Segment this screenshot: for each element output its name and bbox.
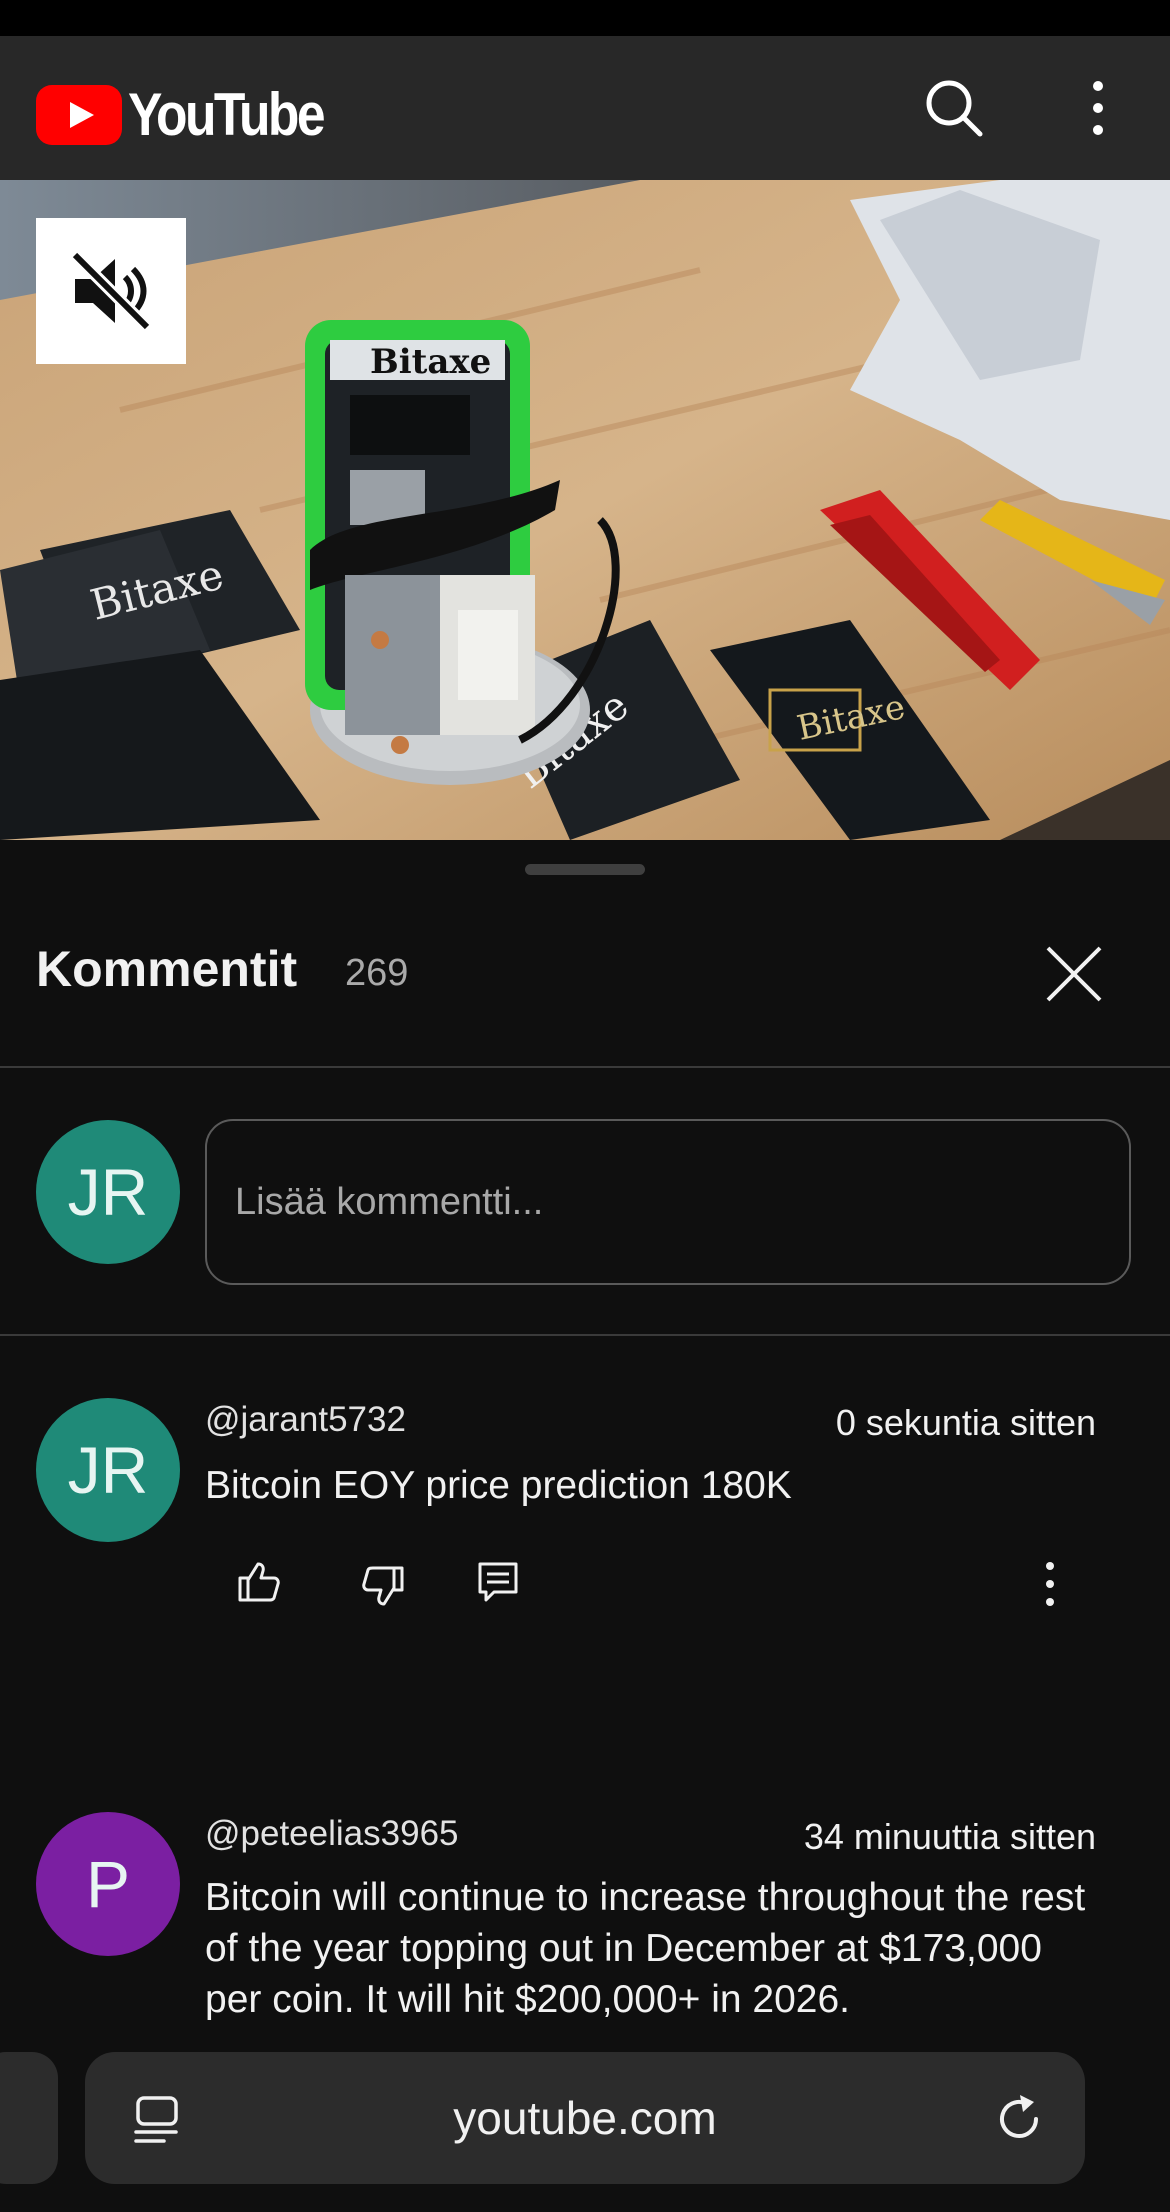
divider [0,1334,1170,1336]
comment-text: Bitcoin EOY price prediction 180K [205,1464,792,1507]
dislike-button[interactable] [360,1562,408,1610]
youtube-logo[interactable]: YouTube [36,80,355,149]
comment-avatar[interactable]: JR [36,1398,180,1542]
avatar-initials: P [85,1847,131,1921]
comments-count: 269 [345,952,409,994]
url-text[interactable]: youtube.com [85,2052,1085,2184]
reload-icon [1000,2095,1038,2138]
avatar: JR [36,1120,180,1264]
comment-timestamp: 0 sekuntia sitten [835,1402,1096,1443]
divider [0,1066,1170,1068]
reload-button[interactable] [992,2092,1046,2146]
close-comments-button[interactable] [1040,940,1108,1008]
more-vert-icon [1093,81,1103,135]
more-vert-icon [1046,1562,1054,1606]
comment-text: Bitcoin will continue to increase throug… [205,1876,1086,2021]
comment-author[interactable]: @jarant5732 [205,1400,406,1440]
unmute-button[interactable] [36,218,186,364]
avatar-initials: JR [67,1155,149,1229]
more-options-button[interactable] [1066,76,1130,140]
dislike-icon [362,1566,404,1606]
close-icon [1046,946,1102,1002]
search-icon [926,80,983,137]
search-button[interactable] [922,76,986,140]
logo-text: YouTube [128,81,326,148]
previous-tab[interactable] [0,2052,58,2184]
top-app-bar: YouTube [0,36,1170,180]
avatar-initials: JR [67,1433,149,1507]
volume-off-icon [70,250,152,332]
reply-icon [478,1562,518,1602]
reply-button[interactable] [474,1558,522,1606]
like-button[interactable] [234,1558,282,1606]
comment-more-button[interactable] [1026,1560,1074,1608]
comment-avatar[interactable]: P [36,1812,180,1956]
video-text-bitaxe-3: Bitaxe [370,342,491,382]
add-comment-input[interactable] [205,1119,1131,1285]
tabs-icon [134,2096,178,2143]
drag-handle[interactable] [525,864,645,875]
comment-timestamp: 34 minuuttia sitten [803,1816,1096,1857]
youtube-play-icon [36,84,122,145]
like-icon [238,1562,280,1602]
status-bar [0,0,1170,36]
comments-title: Kommentit [36,941,298,997]
tabs-button[interactable] [132,2094,184,2146]
comment-author[interactable]: @peteelias3965 [205,1814,459,1854]
